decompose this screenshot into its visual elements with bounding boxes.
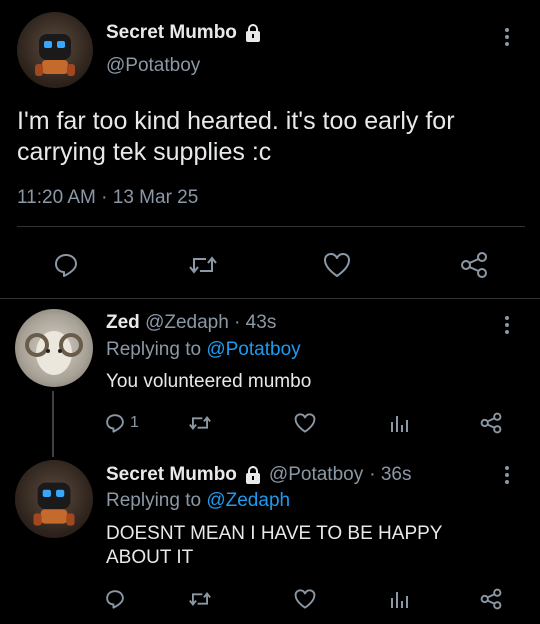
analytics-button[interactable] bbox=[388, 412, 410, 434]
divider bbox=[0, 298, 540, 299]
analytics-icon bbox=[388, 412, 410, 434]
reply-button[interactable] bbox=[104, 588, 126, 610]
replying-to-link[interactable]: @Potatboy bbox=[206, 339, 300, 360]
tweet-text: I'm far too kind hearted. it's too early… bbox=[17, 107, 455, 166]
reply-count: 1 bbox=[130, 414, 139, 431]
handle[interactable]: @Zedaph bbox=[145, 312, 229, 333]
handle[interactable]: @Potatboy bbox=[106, 55, 200, 77]
reply-icon bbox=[52, 251, 80, 279]
display-name[interactable]: Zed bbox=[106, 312, 140, 333]
like-button[interactable] bbox=[293, 412, 317, 434]
heart-icon bbox=[293, 412, 317, 434]
display-name[interactable]: Secret Mumbo bbox=[106, 22, 237, 44]
more-options-icon[interactable] bbox=[504, 466, 510, 484]
analytics-button[interactable] bbox=[388, 588, 410, 610]
date: 13 Mar 25 bbox=[112, 187, 199, 208]
more-options-icon[interactable] bbox=[504, 28, 510, 46]
divider bbox=[17, 226, 525, 227]
reply-text: DOESNT MEAN I HAVE TO BE HAPPY ABOUT IT bbox=[106, 523, 443, 568]
post-age: · 36s bbox=[369, 464, 412, 485]
more-options-icon[interactable] bbox=[504, 316, 510, 334]
avatar[interactable] bbox=[17, 12, 93, 88]
reply-button[interactable] bbox=[52, 251, 80, 279]
heart-icon bbox=[293, 588, 317, 610]
display-name[interactable]: Secret Mumbo bbox=[106, 464, 237, 486]
analytics-icon bbox=[388, 588, 410, 610]
retweet-icon bbox=[188, 251, 218, 279]
lock-icon bbox=[243, 23, 263, 43]
replying-to-label: Replying to bbox=[106, 339, 202, 360]
heart-icon bbox=[322, 251, 352, 279]
retweet-icon bbox=[188, 412, 212, 434]
reply-icon bbox=[104, 588, 126, 610]
retweet-button[interactable] bbox=[188, 588, 212, 610]
separator: · bbox=[101, 187, 108, 208]
reply-icon bbox=[104, 412, 126, 434]
replying-to-label: Replying to bbox=[106, 490, 202, 511]
retweet-icon bbox=[188, 588, 212, 610]
like-button[interactable] bbox=[293, 588, 317, 610]
share-icon bbox=[479, 588, 503, 610]
handle[interactable]: @Potatboy bbox=[269, 464, 363, 486]
time: 11:20 AM bbox=[17, 187, 96, 208]
thread-line bbox=[52, 391, 54, 457]
retweet-button[interactable] bbox=[188, 251, 218, 279]
share-button[interactable] bbox=[479, 588, 503, 610]
timestamp: 11:20 AM · 13 Mar 25 bbox=[17, 187, 198, 209]
avatar[interactable] bbox=[15, 460, 93, 538]
like-button[interactable] bbox=[322, 251, 352, 279]
replying-to-link[interactable]: @Zedaph bbox=[206, 490, 290, 511]
post-age: · 43s bbox=[234, 312, 277, 333]
reply-button[interactable]: 1 bbox=[104, 412, 139, 434]
lock-icon bbox=[243, 465, 263, 485]
retweet-button[interactable] bbox=[188, 412, 212, 434]
share-icon bbox=[479, 412, 503, 434]
avatar[interactable] bbox=[15, 309, 93, 387]
share-button[interactable] bbox=[479, 412, 503, 434]
share-button[interactable] bbox=[459, 251, 489, 279]
reply-text: You volunteered mumbo bbox=[106, 371, 312, 392]
share-icon bbox=[459, 251, 489, 279]
